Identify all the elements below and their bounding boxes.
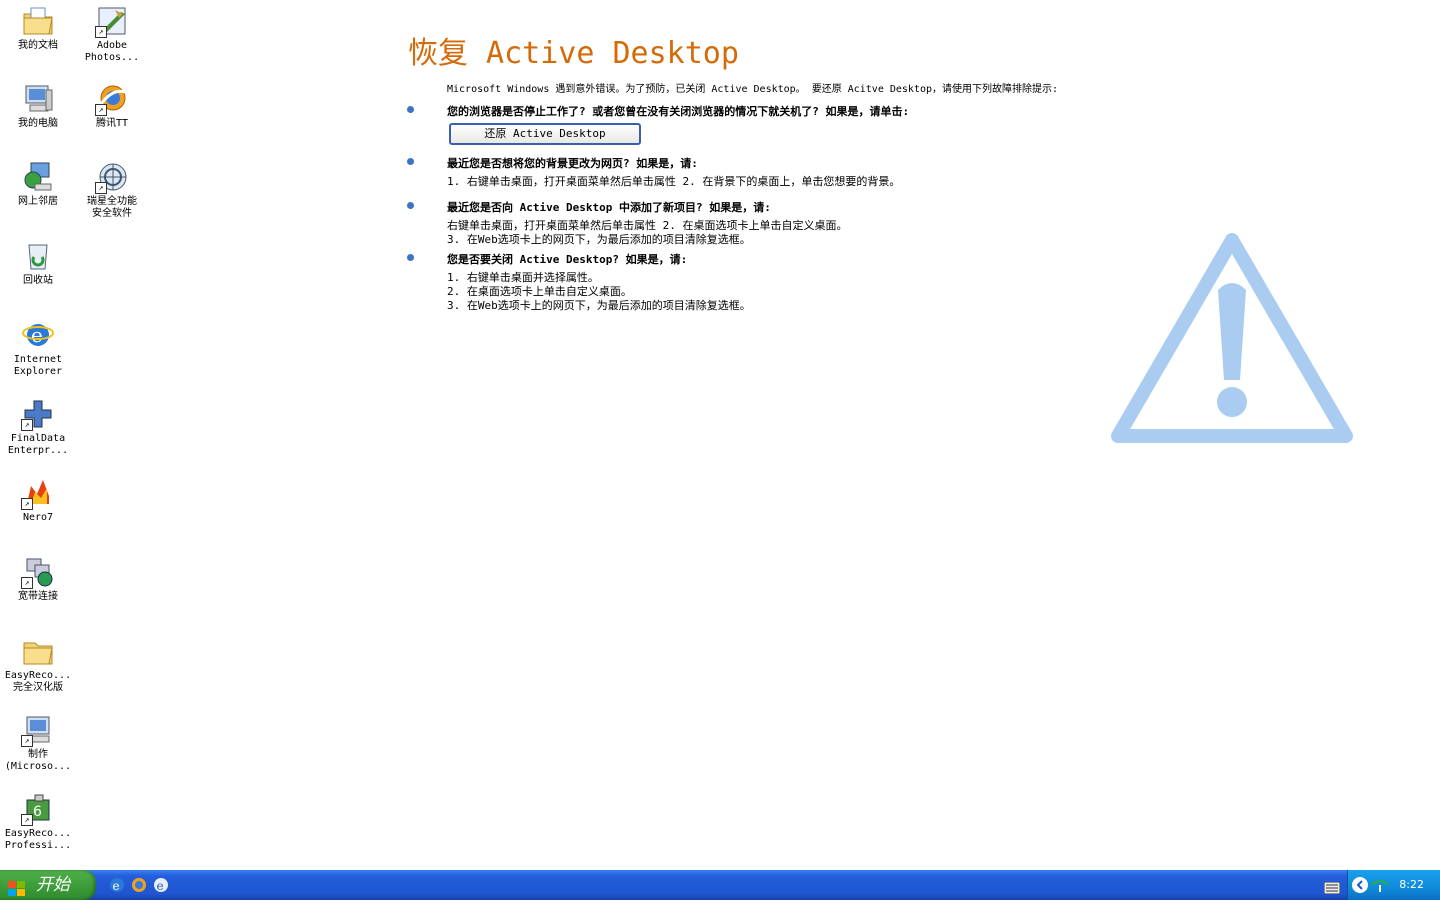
question-4: 您是否要关闭 Active Desktop? 如果是，请: 1. 右键单击桌面并… [407,251,1168,313]
question-1-text: 您的浏览器是否停止工作了? 或者您曾在没有关闭浏览器的情况下就关机了? 如果是，… [447,105,910,118]
question-1: 您的浏览器是否停止工作了? 或者您曾在没有关闭浏览器的情况下就关机了? 如果是，… [407,103,1168,149]
desktop-icon-internet-explorer[interactable]: e Internet Explorer [0,316,76,378]
browser-tt-icon: ↗ [95,82,129,116]
recycle-bin-icon [21,239,55,273]
question-2: 最近您是否想将您的背景更改为网页? 如果是，请: 1. 右键单击桌面，打开桌面菜… [407,155,1168,189]
clock[interactable]: 8:22 [1399,870,1424,900]
active-desktop-recovery: 恢复 Active Desktop Microsoft Windows 遇到意外… [407,28,1168,313]
ie-alt-icon[interactable]: e [152,876,170,894]
desktop-icon-my-documents[interactable]: 我的文档 [0,2,76,52]
bullet-icon [407,254,414,261]
photoshop-icon: ↗ [95,4,129,38]
easyrecovery-icon: 6 ↗ [21,792,55,826]
desktop-icon-easyrecovery-cn[interactable]: EasyReco... 完全汉化版 [0,632,76,694]
desktop-icon-broadband[interactable]: ↗ 宽带连接 [0,553,76,603]
desktop-icon-rising[interactable]: ↗ 瑞星全功能 安全软件 [74,158,150,220]
shortcut-arrow-icon: ↗ [21,577,33,589]
svg-text:e: e [157,879,164,893]
desktop-icon-make-ms[interactable]: ↗ 制作 (Microso... [0,711,76,773]
bullet-icon [407,106,414,113]
rising-antivirus-icon: ↗ [95,160,129,194]
shortcut-arrow-icon: ↗ [21,814,33,826]
bullet-icon [407,202,414,209]
start-label: 开始 [36,875,70,895]
question-2-text: 最近您是否想将您的背景更改为网页? 如果是，请: [447,157,698,170]
step-text: 3. 在Web选项卡上的网页下，为最后添加的项目清除复选框。 [447,299,751,312]
step-text: 1. 右键单击桌面，打开桌面菜单然后单击属性 2. 在背景下的桌面上，单击您想要… [447,175,901,188]
chevron-left-icon[interactable] [1352,877,1368,893]
svg-text:e: e [113,879,120,893]
step-text: 1. 右键单击桌面并选择属性。 [447,271,599,284]
question-3-steps: 右键单击桌面，打开桌面菜单然后单击属性 2. 在桌面选项卡上单击自定义桌面。 3… [447,219,1168,247]
finaldata-icon: ↗ [21,397,55,431]
question-2-steps: 1. 右键单击桌面，打开桌面菜单然后单击属性 2. 在背景下的桌面上，单击您想要… [447,175,1168,189]
shortcut-arrow-icon: ↗ [21,419,33,431]
browser-tt-icon[interactable] [130,876,148,894]
shortcut-arrow-icon: ↗ [95,182,107,194]
taskbar: 开始 e e 8:22 [0,870,1440,900]
folder-docs-icon [21,4,55,38]
computer-shortcut-icon: ↗ [21,713,55,747]
desktop-icon-my-computer[interactable]: 我的电脑 [0,80,76,130]
start-button[interactable]: 开始 [0,870,96,900]
system-tray: 8:22 [1347,870,1440,900]
computer-icon [21,82,55,116]
step-text: 右键单击桌面，打开桌面菜单然后单击属性 2. 在桌面选项卡上单击自定义桌面。 [447,219,848,232]
shortcut-arrow-icon: ↗ [95,104,107,116]
nero-icon: ↗ [21,476,55,510]
windows-flag-icon [8,877,26,896]
keyboard-icon[interactable] [1323,879,1341,895]
step-text: 2. 在桌面选项卡上单击自定义桌面。 [447,285,632,298]
broadband-icon: ↗ [21,555,55,589]
desktop-icon-photoshop[interactable]: ↗ Adobe Photos... [74,2,150,64]
svg-text:6: 6 [33,804,42,820]
network-icon [21,160,55,194]
shortcut-arrow-icon: ↗ [21,498,33,510]
bullet-icon [407,158,414,165]
desktop-icon-easyrecovery-pro[interactable]: 6 ↗ EasyReco... Professi... [0,790,76,852]
internet-explorer-icon[interactable]: e [108,876,126,894]
shortcut-arrow-icon: ↗ [95,26,107,38]
question-4-steps: 1. 右键单击桌面并选择属性。 2. 在桌面选项卡上单击自定义桌面。 3. 在W… [447,271,1168,313]
question-3-text: 最近您是否向 Active Desktop 中添加了新项目? 如果是，请: [447,201,771,214]
desktop-icon-network[interactable]: 网上邻居 [0,158,76,208]
desktop-icon-nero[interactable]: ↗ Nero7 [0,474,76,524]
intro-text: Microsoft Windows 遇到意外错误。为了预防，已关闭 Active… [447,84,1059,95]
warning-icon [1110,230,1354,448]
internet-explorer-icon: e [21,318,55,352]
desktop-icon-tencent-tt[interactable]: ↗ 腾讯TT [74,80,150,130]
folder-icon [21,634,55,668]
desktop-icon-finaldata[interactable]: ↗ FinalData Enterpr... [0,395,76,457]
page-title: 恢复 Active Desktop [408,36,739,71]
shortcut-arrow-icon: ↗ [21,735,33,747]
step-text: 3. 在Web选项卡上的网页下，为最后添加的项目清除复选框。 [447,233,751,246]
network-tray-icon[interactable] [1371,877,1389,893]
question-3: 最近您是否向 Active Desktop 中添加了新项目? 如果是，请: 右键… [407,199,1168,247]
desktop-icon-recycle-bin[interactable]: 回收站 [0,237,76,287]
question-4-text: 您是否要关闭 Active Desktop? 如果是，请: [447,253,688,266]
restore-active-desktop-button[interactable]: 还原 Active Desktop [449,123,641,145]
